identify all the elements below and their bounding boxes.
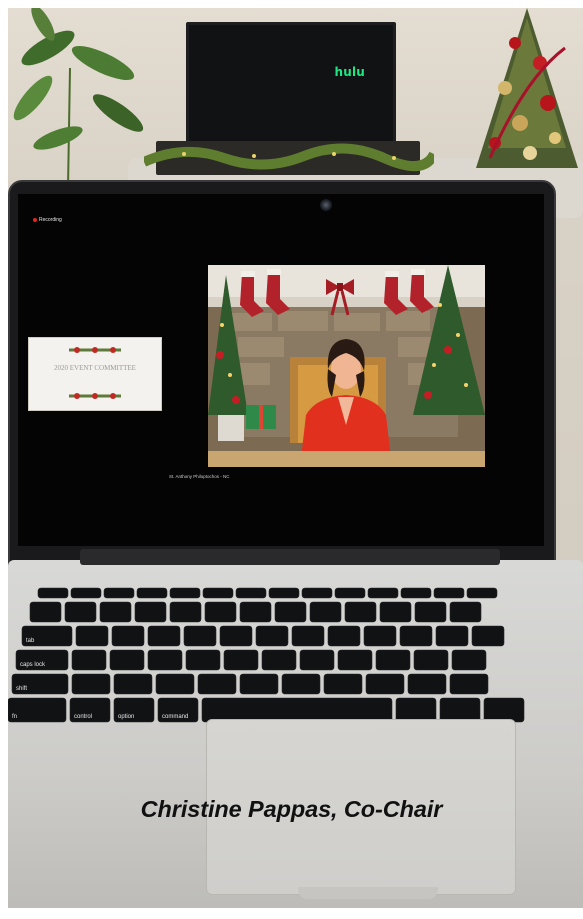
keyboard-key bbox=[183, 625, 217, 647]
key-label: command bbox=[162, 714, 188, 720]
keyboard-key bbox=[239, 601, 272, 623]
keyboard-key bbox=[268, 587, 300, 599]
keyboard-key bbox=[255, 625, 289, 647]
keyboard-key bbox=[29, 601, 62, 623]
lid-notch bbox=[298, 887, 438, 899]
houseplant bbox=[13, 8, 144, 188]
keyboard-key bbox=[449, 601, 482, 623]
key-label: caps lock bbox=[20, 662, 46, 668]
keyboard-key bbox=[223, 649, 259, 671]
participant-name: St. Anthony Philoptochos - NC bbox=[169, 474, 230, 479]
keyboard-key bbox=[64, 601, 97, 623]
keyboard-key bbox=[466, 587, 498, 599]
keyboard-key bbox=[136, 587, 168, 599]
keyboard-key bbox=[239, 673, 279, 695]
keyboard-key bbox=[134, 601, 167, 623]
keyboard-key bbox=[309, 601, 342, 623]
television: hulu bbox=[186, 22, 396, 152]
keyboard-key bbox=[235, 587, 267, 599]
keyboard-key bbox=[185, 649, 221, 671]
keyboard-key bbox=[337, 649, 373, 671]
keyboard-key bbox=[407, 673, 447, 695]
keyboard-key bbox=[111, 625, 145, 647]
shared-slide-tile[interactable]: 2020 EVENT COMMITTEE bbox=[28, 337, 162, 411]
keyboard-key bbox=[281, 673, 321, 695]
keyboard-key bbox=[363, 625, 397, 647]
keyboard-key bbox=[109, 649, 145, 671]
keyboard-key bbox=[113, 673, 153, 695]
keyboard-key bbox=[433, 587, 465, 599]
keyboard-key bbox=[451, 649, 487, 671]
keyboard-key bbox=[334, 587, 366, 599]
keyboard-key bbox=[99, 601, 132, 623]
keyboard-key bbox=[70, 587, 102, 599]
keyboard-key bbox=[379, 601, 412, 623]
key-label: control bbox=[74, 714, 92, 720]
keyboard-key bbox=[204, 601, 237, 623]
keyboard-key bbox=[414, 601, 447, 623]
speaker-video-scene bbox=[208, 265, 485, 467]
keyboard-key bbox=[202, 587, 234, 599]
keyboard-key bbox=[299, 649, 335, 671]
keyboard-key bbox=[147, 625, 181, 647]
keyboard-key bbox=[274, 601, 307, 623]
keyboard-key bbox=[291, 625, 325, 647]
keyboard-key bbox=[147, 649, 183, 671]
keyboard-key bbox=[301, 587, 333, 599]
tv-logo: hulu bbox=[334, 65, 365, 79]
recording-indicator: Recording bbox=[33, 217, 62, 223]
key-label: option bbox=[118, 714, 134, 720]
keyboard-key bbox=[169, 601, 202, 623]
keyboard-key bbox=[344, 601, 377, 623]
christmas-tree bbox=[476, 8, 578, 168]
keyboard: tab caps lock shift fn control option command bbox=[8, 587, 525, 723]
keyboard-key bbox=[449, 673, 489, 695]
photo: hulu Recording 2020 EVENT COMMITTEE St. … bbox=[8, 8, 583, 908]
caption: Christine Pappas, Co-Chair bbox=[140, 796, 443, 822]
webcam-icon bbox=[320, 199, 332, 211]
holly-top-icon bbox=[69, 347, 121, 353]
keyboard-key bbox=[37, 587, 69, 599]
keyboard-key bbox=[219, 625, 253, 647]
keyboard-key bbox=[75, 625, 109, 647]
keyboard-key bbox=[399, 625, 433, 647]
slide-title: 2020 EVENT COMMITTEE bbox=[54, 364, 136, 372]
keyboard-key bbox=[471, 625, 505, 647]
key-label: fn bbox=[12, 714, 17, 720]
keyboard-key bbox=[327, 625, 361, 647]
keyboard-key bbox=[365, 673, 405, 695]
keyboard-key bbox=[197, 673, 237, 695]
keyboard-key bbox=[413, 649, 449, 671]
keyboard-key bbox=[367, 587, 399, 599]
recording-label: Recording bbox=[39, 217, 62, 223]
keyboard-key bbox=[103, 587, 135, 599]
keyboard-key bbox=[71, 649, 107, 671]
keyboard-key bbox=[169, 587, 201, 599]
keyboard-key bbox=[155, 673, 195, 695]
speaker-video[interactable] bbox=[208, 265, 485, 467]
record-icon bbox=[33, 217, 37, 222]
keyboard-key bbox=[71, 673, 111, 695]
keyboard-key bbox=[435, 625, 469, 647]
keyboard-key bbox=[375, 649, 411, 671]
keyboard-key bbox=[400, 587, 432, 599]
keyboard-key bbox=[323, 673, 363, 695]
key-label: tab bbox=[26, 638, 35, 644]
key-label: shift bbox=[16, 686, 27, 692]
garland bbox=[144, 143, 434, 171]
holly-bottom-icon bbox=[69, 393, 121, 399]
keyboard-key bbox=[261, 649, 297, 671]
laptop-hinge bbox=[80, 549, 500, 565]
